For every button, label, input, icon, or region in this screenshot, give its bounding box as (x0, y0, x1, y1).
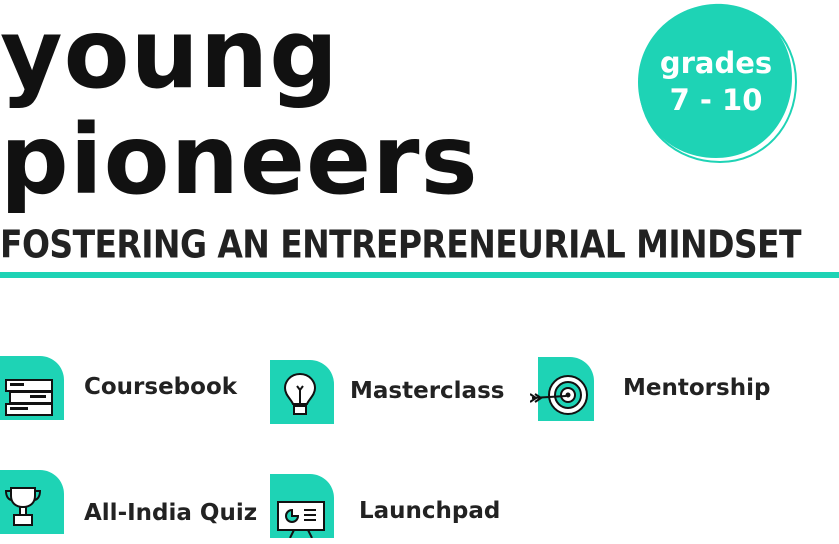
title-line-pioneers: pioneers (0, 104, 479, 216)
tagline: FOSTERING AN ENTREPRENEURIAL MINDSET (0, 222, 801, 268)
feature-all-india-quiz: All-India Quiz (0, 470, 270, 540)
title-line-young: young (0, 0, 339, 110)
books-icon (0, 356, 64, 420)
grades-badge: grades 7 - 10 (636, 2, 800, 166)
feature-label: Launchpad (359, 498, 501, 524)
feature-coursebook: Coursebook (0, 356, 240, 426)
feature-label: Coursebook (84, 374, 238, 400)
target-icon (530, 357, 594, 421)
feature-masterclass: Masterclass (270, 360, 510, 430)
feature-mentorship: Mentorship (530, 357, 770, 427)
tagline-underline (0, 272, 839, 278)
feature-label: Mentorship (623, 375, 771, 401)
feature-label: All-India Quiz (84, 500, 258, 526)
feature-launchpad: Launchpad (270, 474, 510, 544)
badge-grades-range: 7 - 10 (669, 83, 763, 117)
lightbulb-icon (270, 360, 334, 424)
trophy-icon (0, 470, 64, 534)
presentation-board-icon (270, 474, 334, 538)
feature-label: Masterclass (350, 378, 505, 404)
badge-grades-label: grades (659, 46, 773, 80)
